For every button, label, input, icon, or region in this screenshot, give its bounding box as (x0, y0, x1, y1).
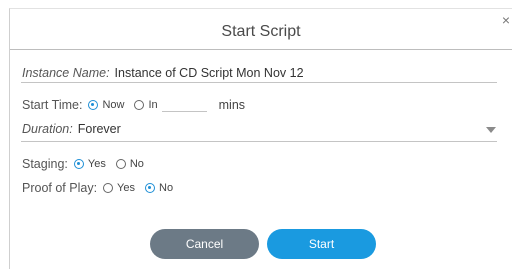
dialog-title: Start Script (221, 23, 301, 40)
radio-selected-icon[interactable] (73, 159, 84, 169)
start-time-now-option[interactable]: Now (88, 99, 124, 111)
proof-of-play-yes-option[interactable]: Yes (103, 182, 135, 194)
duration-row[interactable]: Duration: Forever (22, 122, 121, 136)
cancel-button[interactable]: Cancel (150, 229, 259, 259)
radio-selected-icon[interactable] (145, 183, 155, 193)
staging-no-option[interactable]: No (115, 158, 144, 170)
staging-yes-option[interactable]: Yes (73, 158, 106, 170)
minutes-unit-label: mins (218, 98, 246, 112)
instance-name-label: Instance Name: (22, 66, 110, 80)
duration-select[interactable]: Forever (78, 122, 121, 136)
staging-yes-label: Yes (87, 158, 106, 170)
start-time-in-label: In (148, 99, 158, 111)
title-divider (10, 49, 512, 50)
start-time-in-option[interactable]: In (134, 99, 158, 111)
instance-name-row: Instance Name: Instance of CD Script Mon… (22, 66, 304, 80)
radio-selected-icon[interactable] (88, 100, 99, 110)
start-script-dialog: Start Script × Instance Name: Instance o… (9, 8, 512, 269)
proof-of-play-no-option[interactable]: No (145, 182, 173, 194)
duration-underline (21, 141, 497, 142)
proof-of-play-yes-label: Yes (117, 182, 135, 194)
proof-of-play-label: Proof of Play: (22, 181, 98, 195)
chevron-down-icon[interactable] (486, 127, 496, 133)
start-time-label: Start Time: (22, 98, 83, 112)
start-button[interactable]: Start (267, 229, 376, 259)
start-time-now-label: Now (102, 99, 125, 111)
staging-label: Staging: (22, 157, 68, 171)
start-time-row: Start Time: Now In mins (22, 98, 245, 112)
radio-unselected-icon[interactable] (103, 183, 114, 193)
minutes-input[interactable] (161, 99, 207, 112)
staging-no-label: No (129, 158, 144, 170)
close-icon[interactable]: × (502, 13, 510, 27)
proof-of-play-no-label: No (159, 182, 174, 194)
duration-label: Duration: (22, 122, 73, 136)
staging-row: Staging: Yes No (22, 157, 154, 171)
instance-name-underline (21, 82, 497, 83)
proof-of-play-row: Proof of Play: Yes No (22, 181, 183, 195)
instance-name-input[interactable]: Instance of CD Script Mon Nov 12 (115, 66, 304, 80)
radio-unselected-icon[interactable] (134, 100, 145, 110)
radio-unselected-icon[interactable] (115, 159, 126, 169)
